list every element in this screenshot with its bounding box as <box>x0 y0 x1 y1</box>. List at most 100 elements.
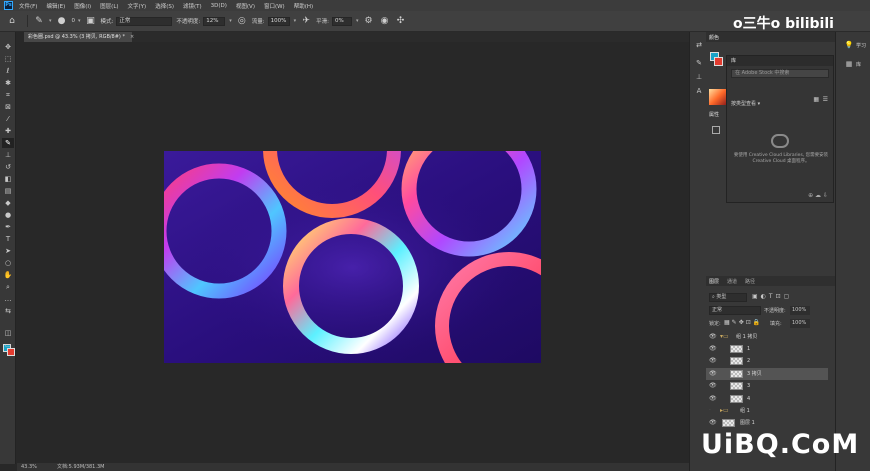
visibility-eye-icon[interactable]: 👁 <box>709 331 717 343</box>
symmetry-icon[interactable]: ✣ <box>395 15 407 27</box>
history-brush-tool-icon[interactable]: ↺ <box>2 162 14 172</box>
fill-field[interactable]: 100% <box>790 319 810 328</box>
layer-row[interactable]: · ▸▭ 组 1 <box>706 405 828 417</box>
menu-file[interactable]: 文件(F) <box>19 2 37 10</box>
layer-kind-filter[interactable]: ⌕ 类型 <box>709 293 747 302</box>
move-tool-icon[interactable]: ✥ <box>2 42 14 52</box>
layer-row[interactable]: 👁 1 <box>706 343 828 355</box>
layer-row[interactable]: 👁 3 <box>706 380 828 392</box>
tab-paths[interactable]: 路径 <box>745 278 755 285</box>
more-tools-icon[interactable]: … <box>2 294 14 304</box>
type-tool-icon[interactable]: T <box>2 234 14 244</box>
zoom-level[interactable]: 43.3% <box>21 463 37 471</box>
flow-dropdown[interactable]: ▾ <box>294 18 297 24</box>
mode-select[interactable]: 正常 <box>116 16 173 26</box>
grid-view-icon[interactable]: ▦ <box>813 96 819 103</box>
character-icon[interactable]: A <box>694 86 704 96</box>
layers-opacity-field[interactable]: 100% <box>790 306 810 315</box>
dodge-tool-icon[interactable]: ● <box>2 210 14 220</box>
magic-wand-tool-icon[interactable]: ✱ <box>2 78 14 88</box>
layer-row-selected[interactable]: 👁 3 拷贝 <box>706 368 828 380</box>
brush-settings-icon[interactable]: ▣ <box>85 15 97 27</box>
color-panel-background[interactable] <box>714 57 723 66</box>
lock-icons[interactable]: ▦✎✥⊡🔒 <box>724 319 762 326</box>
ellipse-tool-icon[interactable]: ○ <box>2 258 14 268</box>
brush-preset-icon[interactable]: ● <box>56 15 68 27</box>
document-canvas[interactable] <box>164 151 541 363</box>
pressure-size-icon[interactable]: ◉ <box>379 15 391 27</box>
path-selection-tool-icon[interactable]: ➤ <box>2 246 14 256</box>
airbrush-icon[interactable]: ✈ <box>300 15 312 27</box>
layer-row[interactable]: 👁 ▾▭ 组 1 拷贝 <box>706 331 828 343</box>
layer-filter-icons[interactable]: ▣◐T⊡▢ <box>752 293 792 300</box>
blur-tool-icon[interactable]: ◆ <box>2 198 14 208</box>
libraries-icon[interactable]: ▦ <box>844 59 854 69</box>
menu-image[interactable]: 图像(I) <box>74 2 91 10</box>
blend-mode-select[interactable]: 正常 <box>709 306 761 315</box>
brush-size-dropdown[interactable]: ▾ <box>78 18 81 24</box>
menu-filter[interactable]: 滤镜(T) <box>183 2 202 10</box>
menu-view[interactable]: 视图(V) <box>236 2 255 10</box>
menu-layer[interactable]: 图层(L) <box>100 2 118 10</box>
visibility-eye-icon[interactable]: 👁 <box>709 393 717 405</box>
screen-mode-icon[interactable]: ▭ <box>2 340 14 350</box>
document-size-info[interactable]: 文档:5.93M/381.3M <box>57 463 104 471</box>
visibility-eye-icon[interactable]: 👁 <box>709 368 717 380</box>
brush-tool-icon[interactable]: ✎ <box>33 15 45 27</box>
lasso-tool-icon[interactable]: ℓ <box>2 66 14 76</box>
menu-select[interactable]: 选择(S) <box>155 2 174 10</box>
brush-tool-icon[interactable]: ✎ <box>2 138 14 148</box>
layer-row[interactable]: 👁 图层 1 <box>706 417 828 429</box>
frame-tool-icon[interactable]: ⊠ <box>2 102 14 112</box>
quick-mask-icon[interactable]: ◫ <box>2 328 14 338</box>
visibility-eye-icon[interactable]: 👁 <box>709 417 717 429</box>
photoshop-logo-icon[interactable]: Ps <box>4 1 13 10</box>
learn-tab-label[interactable]: 学习 <box>856 42 866 49</box>
clone-source-icon[interactable]: ⊥ <box>694 72 704 82</box>
pressure-opacity-icon[interactable]: ◎ <box>236 15 248 27</box>
list-view-icon[interactable]: ☰ <box>823 96 828 103</box>
history-icon[interactable]: ⇄ <box>694 40 704 50</box>
gradient-tool-icon[interactable]: ▤ <box>2 186 14 196</box>
tool-preset-dropdown[interactable]: ▾ <box>49 18 52 24</box>
flow-field[interactable]: 100% <box>267 16 290 26</box>
tab-color[interactable]: 颜色 <box>709 34 719 41</box>
home-icon[interactable]: ⌂ <box>6 15 18 27</box>
close-icon[interactable]: × <box>130 34 134 40</box>
healing-brush-tool-icon[interactable]: ✚ <box>2 126 14 136</box>
smoothing-field[interactable]: 0% <box>332 16 352 26</box>
zoom-tool-icon[interactable]: ⌕ <box>2 282 14 292</box>
menu-3d[interactable]: 3D(D) <box>211 3 227 9</box>
marquee-tool-icon[interactable]: ⬚ <box>2 54 14 64</box>
layer-row[interactable]: 👁 2 <box>706 355 828 367</box>
library-side-tab-label[interactable]: 库 <box>856 61 861 68</box>
swap-colors-icon[interactable]: ⇆ <box>2 306 14 316</box>
library-panel-header[interactable]: 库 <box>727 56 833 66</box>
layer-row[interactable]: 👁 4 <box>706 393 828 405</box>
tab-properties[interactable]: 属性 <box>709 111 719 118</box>
menu-window[interactable]: 窗口(W) <box>264 2 285 10</box>
opacity-dropdown[interactable]: ▾ <box>229 18 232 24</box>
menu-help[interactable]: 帮助(H) <box>294 2 313 10</box>
opacity-field[interactable]: 12% <box>203 16 226 26</box>
learn-lightbulb-icon[interactable]: 💡 <box>844 40 854 50</box>
visibility-eye-hidden-icon[interactable]: · <box>709 405 717 417</box>
menu-type[interactable]: 文字(Y) <box>128 2 147 10</box>
clone-stamp-tool-icon[interactable]: ⊥ <box>2 150 14 160</box>
brush-settings-icon[interactable]: ✎ <box>694 58 704 68</box>
smoothing-dropdown[interactable]: ▾ <box>356 18 359 24</box>
visibility-eye-icon[interactable]: 👁 <box>709 380 717 392</box>
hand-tool-icon[interactable]: ✋ <box>2 270 14 280</box>
tab-layers[interactable]: 图层 <box>709 278 719 285</box>
crop-tool-icon[interactable]: ⌗ <box>2 90 14 100</box>
visibility-eye-icon[interactable]: 👁 <box>709 355 717 367</box>
library-search-input[interactable]: 在 Adobe Stock 中搜索 <box>731 69 829 78</box>
tab-channels[interactable]: 通道 <box>727 278 737 285</box>
color-spectrum[interactable] <box>709 89 727 105</box>
library-footer-icons[interactable]: ⊕ ☁ ⇩ <box>808 192 828 199</box>
eraser-tool-icon[interactable]: ◧ <box>2 174 14 184</box>
smoothing-options-gear-icon[interactable]: ⚙ <box>363 15 375 27</box>
document-tab[interactable]: 彩色圈.psd @ 43.3% (3 拷贝, RGB/8#) * × <box>24 32 134 42</box>
visibility-eye-icon[interactable]: 👁 <box>709 343 717 355</box>
pen-tool-icon[interactable]: ✒ <box>2 222 14 232</box>
